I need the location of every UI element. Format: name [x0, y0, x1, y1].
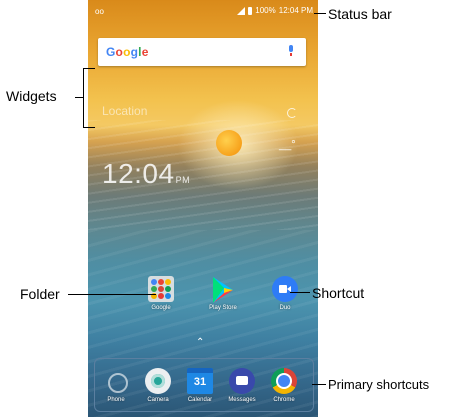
weather-temp: __° [279, 139, 296, 151]
widgets-bracket-bottom [83, 127, 95, 128]
home-screen: oo 100% 12:04 PM Google Location __° 12:… [88, 0, 318, 417]
app-label: Play Store [209, 305, 237, 311]
play-store-shortcut[interactable]: Play Store [203, 276, 243, 311]
battery-icon [248, 6, 253, 15]
status-time: 12:04 PM [278, 6, 313, 15]
folder-callout-line [68, 294, 156, 295]
widgets-callout: Widgets [6, 88, 57, 104]
widgets-bracket [83, 68, 84, 128]
folder-callout: Folder [20, 286, 60, 302]
refresh-icon[interactable] [287, 108, 297, 118]
app-label: Duo [279, 305, 291, 311]
widgets-callout-line [75, 97, 83, 98]
primary-shortcuts-frame [94, 358, 314, 412]
widgets-bracket-top [83, 68, 95, 69]
duo-shortcut[interactable]: Duo [265, 276, 305, 311]
play-store-icon [210, 276, 236, 303]
voicemail-icon: oo [95, 7, 104, 16]
status-bar-callout-line [314, 13, 326, 14]
google-search-widget[interactable]: Google [98, 38, 306, 66]
folder-icon [148, 276, 174, 302]
mic-icon[interactable] [288, 45, 294, 56]
weather-location[interactable]: Location [102, 104, 147, 118]
status-bar-callout: Status bar [328, 6, 392, 22]
clock-widget[interactable]: 12:04PM [102, 158, 190, 190]
primary-shortcuts-callout: Primary shortcuts [328, 377, 430, 392]
google-logo: Google [106, 45, 149, 59]
status-bar: oo 100% 12:04 PM [88, 0, 318, 20]
shortcut-callout: Shortcut [312, 285, 365, 301]
app-drawer-chevron-icon[interactable]: ⌃ [196, 337, 204, 348]
signal-icon [237, 6, 246, 15]
clock-time: 12:04 [102, 158, 175, 189]
battery-percent: 100% [255, 6, 276, 15]
sun-icon [216, 130, 242, 156]
duo-icon [272, 276, 298, 302]
primary-shortcuts-callout-line [312, 384, 326, 385]
shortcut-callout-line [290, 292, 310, 293]
clock-ampm: PM [175, 175, 191, 185]
app-label: Google [151, 305, 171, 311]
